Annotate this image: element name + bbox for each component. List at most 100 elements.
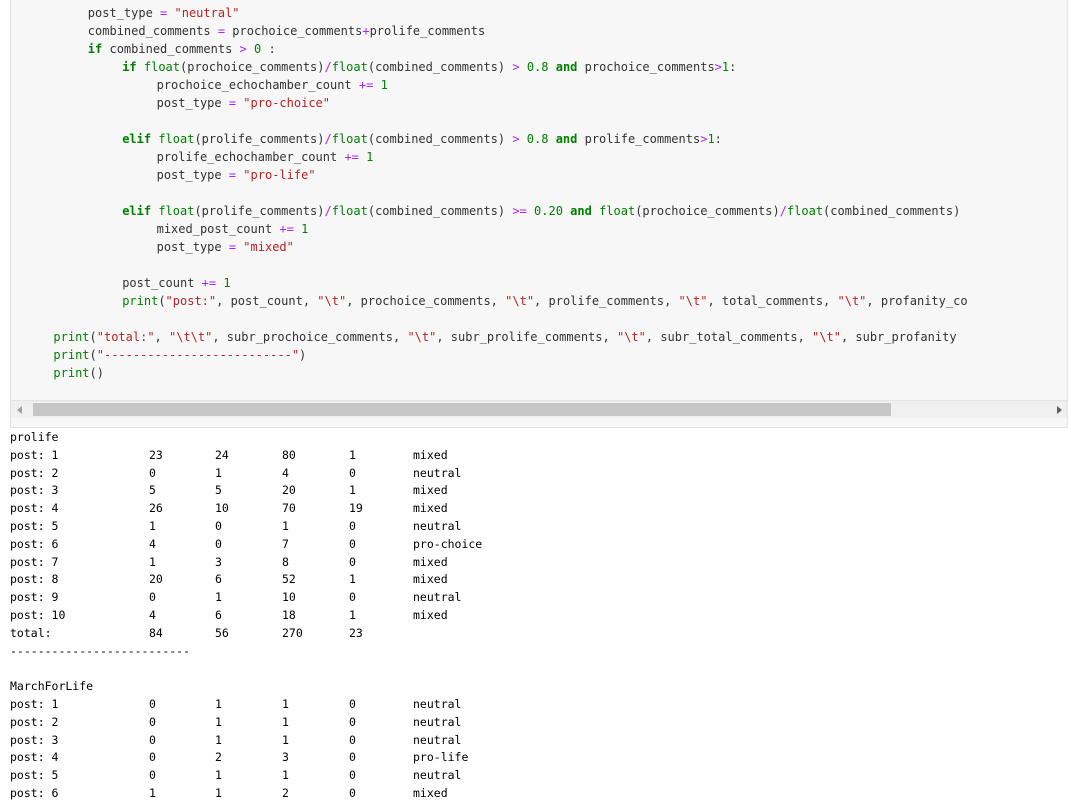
- output-cell: 18: [282, 607, 296, 622]
- code-token: float: [158, 132, 195, 146]
- output-cell: 2: [282, 785, 289, 800]
- code-token: post_type: [156, 168, 229, 182]
- output-cell: 1: [282, 518, 289, 533]
- code-token: (combined_comments): [823, 204, 961, 218]
- code-token: ): [299, 348, 307, 362]
- code-token: =: [228, 240, 244, 254]
- output-cell: post: 2: [10, 465, 59, 480]
- output-row: post: 4 26 10 70 19 mixed: [10, 500, 448, 518]
- output-row: post: 7 1 3 8 0 mixed: [10, 554, 448, 572]
- output-cell: 3: [282, 750, 289, 765]
- code-token: 1: [380, 78, 388, 92]
- code-line: post_type = "mixed": [11, 238, 968, 256]
- output-cell: 0: [349, 785, 356, 800]
- code-token: print: [122, 294, 159, 308]
- output-cell: mixed: [413, 447, 448, 462]
- output-cell: post: 8: [10, 572, 59, 587]
- code-token: /: [324, 204, 332, 218]
- code-token: print: [53, 348, 90, 362]
- code-token: , total_comments,: [707, 294, 838, 308]
- output-cell: 2: [215, 750, 222, 765]
- code-token: print: [53, 330, 90, 344]
- code-token: if: [122, 60, 144, 74]
- code-token: /: [779, 204, 787, 218]
- code-token: "\t": [678, 294, 708, 308]
- code-token: float: [599, 204, 636, 218]
- code-editor[interactable]: post_type = "neutral" combined_comments =…: [11, 4, 968, 382]
- code-token: (prolife_comments): [194, 204, 325, 218]
- output-cell: mixed: [413, 501, 448, 516]
- code-token: post_type: [156, 96, 229, 110]
- horizontal-scrollbar[interactable]: [11, 400, 1067, 418]
- output-cell: 0: [215, 518, 222, 533]
- code-token: +=: [279, 222, 302, 236]
- code-token: =: [228, 168, 244, 182]
- output-row: post: 10 4 6 18 1 mixed: [10, 607, 448, 625]
- code-token: "\t": [837, 294, 867, 308]
- output-row: post: 3 5 5 20 1 mixed: [10, 482, 448, 500]
- total-row: total: 84 56 270 23: [10, 625, 363, 643]
- code-token: >: [239, 42, 254, 56]
- code-line: if combined_comments > 0 :: [11, 40, 968, 58]
- output-row: post: 6 1 1 2 0 mixed: [10, 785, 448, 803]
- code-line: post_type = "neutral": [11, 4, 968, 22]
- code-token: =: [160, 6, 175, 20]
- output-cell: neutral: [413, 590, 462, 605]
- output-cell: post: 3: [10, 732, 59, 747]
- code-token: :: [729, 60, 737, 74]
- output-cell: neutral: [413, 518, 462, 533]
- code-token: "post:": [165, 294, 217, 308]
- code-token: , subr_prolife_comments,: [436, 330, 617, 344]
- output-cell: 0: [149, 590, 156, 605]
- code-token: "\t": [812, 330, 841, 344]
- output-cell: 84: [149, 625, 163, 640]
- output-cell: post: 5: [10, 768, 59, 783]
- output-cell: 1: [349, 607, 356, 622]
- code-token: >: [512, 60, 527, 74]
- code-token: prolife_comments: [369, 24, 486, 38]
- code-token: +: [362, 24, 370, 38]
- code-token: 0.8: [526, 132, 556, 146]
- code-token: prolife_echochamber_count: [156, 150, 345, 164]
- code-line: post_count += 1: [11, 274, 968, 292]
- output-cell: 0: [349, 536, 356, 551]
- output-row: post: 8 20 6 52 1 mixed: [10, 571, 448, 589]
- code-cell[interactable]: post_type = "neutral" combined_comments =…: [10, 0, 1068, 428]
- code-token: 0.20: [534, 204, 571, 218]
- output-cell: 6: [215, 607, 222, 622]
- scroll-left-arrow-icon[interactable]: [11, 401, 27, 418]
- code-token: float: [331, 60, 368, 74]
- scroll-right-arrow-icon[interactable]: [1051, 401, 1067, 418]
- code-token: "\t": [317, 294, 347, 308]
- code-line: prochoice_echochamber_count += 1: [11, 76, 968, 94]
- output-cell: 56: [215, 625, 229, 640]
- separator-line: --------------------------: [10, 643, 191, 658]
- code-token: , prochoice_comments,: [346, 294, 506, 308]
- output-cell: 0: [349, 518, 356, 533]
- output-cell: 23: [149, 447, 163, 462]
- code-token: >: [714, 60, 722, 74]
- output-cell: mixed: [413, 554, 448, 569]
- code-token: print: [53, 366, 90, 380]
- code-token: 0.8: [526, 60, 556, 74]
- code-token: "--------------------------": [96, 348, 300, 362]
- code-line: elif float(prolife_comments)/float(combi…: [11, 130, 968, 148]
- output-cell: 0: [149, 696, 156, 711]
- output-cell: mixed: [413, 785, 448, 800]
- output-cell: post: 9: [10, 590, 59, 605]
- output-cell: 0: [149, 732, 156, 747]
- output-cell: 5: [149, 483, 156, 498]
- output-cell: 1: [282, 714, 289, 729]
- output-cell: 26: [149, 501, 163, 516]
- code-token: =: [217, 24, 233, 38]
- code-token: /: [324, 60, 332, 74]
- output-row: post: 4 0 2 3 0 pro-life: [10, 749, 468, 767]
- output-cell: 1: [215, 696, 222, 711]
- output-cell: 23: [349, 625, 363, 640]
- output-cell: 1: [215, 785, 222, 800]
- output-cell: 0: [215, 536, 222, 551]
- scrollbar-thumb[interactable]: [33, 403, 891, 416]
- output-cell: 0: [349, 696, 356, 711]
- output-cell: 1: [282, 732, 289, 747]
